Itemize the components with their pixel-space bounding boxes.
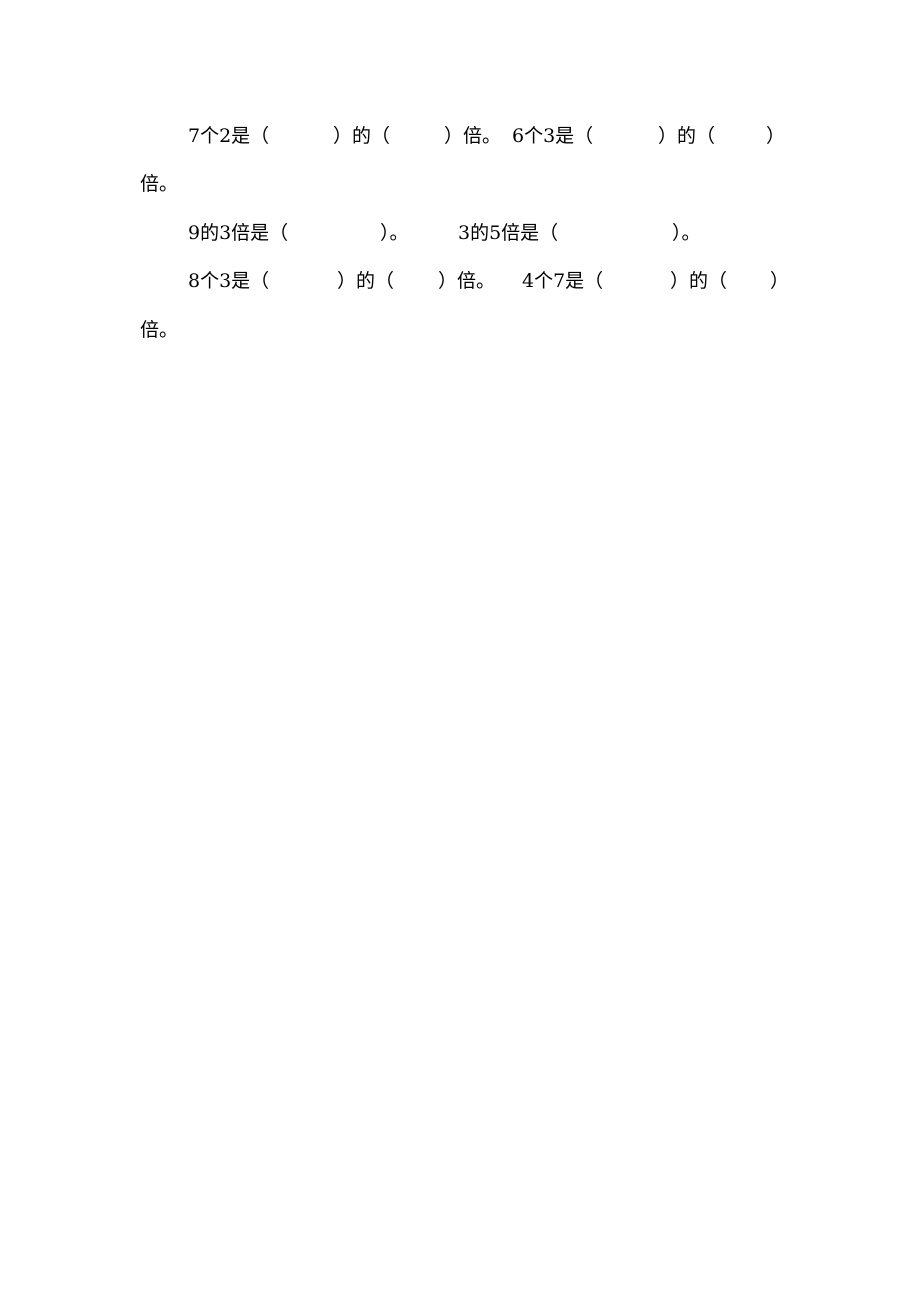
q2-text-9-times-3: 9的3倍是（ (188, 222, 289, 244)
q3-blank-3-close: ）的（ (670, 270, 728, 292)
q2-text-3-times-5: 3的5倍是（ (458, 222, 559, 244)
q1-blank-3-close: ）的（ (658, 125, 716, 147)
question-1-line-1: 7个2是（ ）的（ ）倍。 6个3是（ ）的（ ） (0, 124, 920, 148)
q1-blank-4-close: ） (766, 125, 786, 147)
q1-continuation: 倍。 (140, 173, 179, 195)
q2-blank-2-close: ）。 (672, 222, 701, 244)
q3-continuation: 倍。 (140, 319, 179, 341)
q3-text-8x3: 8个3是（ (188, 270, 270, 292)
q1-blank-1-close: ）的（ (333, 125, 391, 147)
q3-blank-2-close: ）倍。 (438, 270, 496, 292)
question-3-line-1: 8个3是（ ）的（ ）倍。 4个7是（ ）的（ ） (0, 269, 920, 293)
q3-blank-1-close: ）的（ (337, 270, 395, 292)
q1-blank-2-close: ）倍。 (444, 125, 502, 147)
question-3-line-2: 倍。 (0, 318, 920, 342)
q3-text-4x7: 4个7是（ (522, 270, 604, 292)
q1-text-7x2: 7个2是（ (188, 125, 270, 147)
q2-blank-1-close: ）。 (380, 222, 409, 244)
question-2-line-1: 9的3倍是（ ）。 3的5倍是（ ）。 (0, 221, 920, 245)
question-1-line-2: 倍。 (0, 172, 920, 196)
q3-blank-4-close: ） (770, 270, 790, 292)
q1-text-6x3: 6个3是（ (512, 125, 594, 147)
